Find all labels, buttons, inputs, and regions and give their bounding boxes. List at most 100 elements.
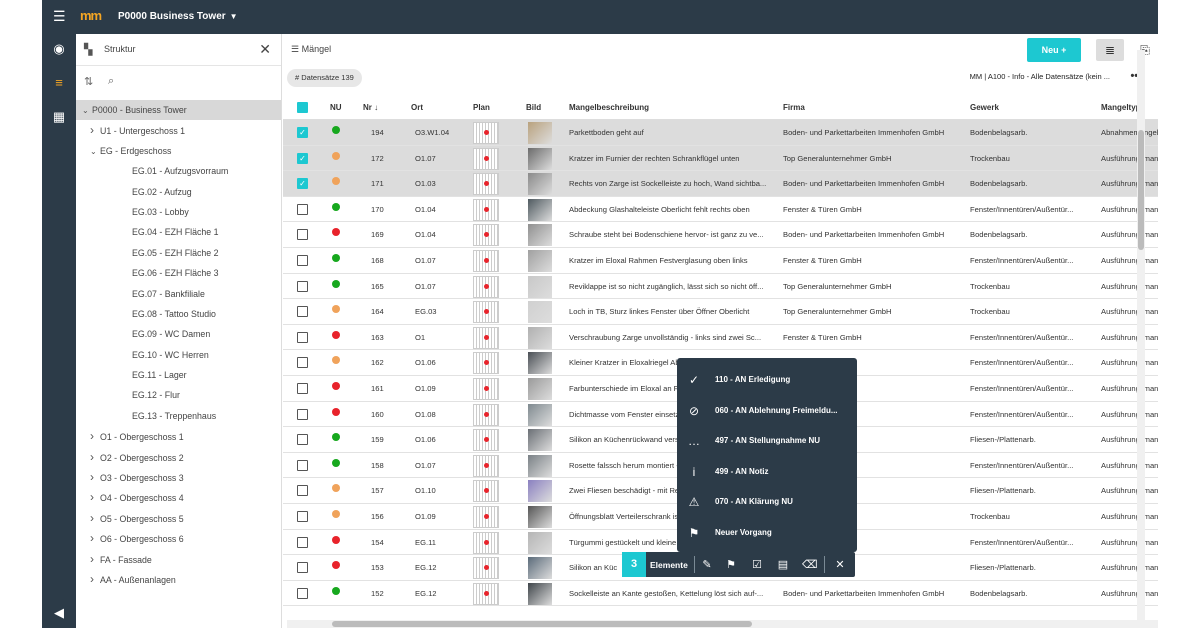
photo-thumbnail[interactable]	[528, 173, 552, 196]
chevron-down-icon[interactable]: ⌄	[90, 142, 100, 162]
plan-thumbnail[interactable]	[473, 454, 499, 477]
photo-thumbnail[interactable]	[528, 275, 552, 298]
row-checkbox[interactable]	[297, 485, 308, 497]
tree-item[interactable]: EG.05 - EZH Fläche 2	[76, 243, 281, 263]
row-checkbox[interactable]: ✓	[297, 127, 308, 138]
chevron-right-icon[interactable]: ›	[90, 549, 100, 569]
tree-item[interactable]: › O2 - Obergeschoss 2	[76, 447, 281, 467]
plan-thumbnail[interactable]	[473, 557, 499, 580]
photo-thumbnail[interactable]	[528, 531, 552, 554]
row-checkbox[interactable]	[297, 382, 308, 394]
photo-thumbnail[interactable]	[528, 454, 552, 477]
tree-item[interactable]: EG.06 - EZH Fläche 3	[76, 263, 281, 283]
photo-thumbnail[interactable]	[528, 557, 552, 580]
photo-thumbnail[interactable]	[528, 224, 552, 247]
column-header[interactable]: Bild	[526, 103, 541, 112]
vertical-scrollbar[interactable]	[1137, 50, 1145, 628]
photo-thumbnail[interactable]	[528, 198, 552, 221]
plan-thumbnail[interactable]	[473, 198, 499, 221]
chevron-right-icon[interactable]: ›	[90, 528, 100, 548]
project-selector[interactable]: P0000 Business Tower ▼	[118, 11, 238, 23]
menu-item[interactable]: ✓ 110 - AN Erledigung	[677, 365, 857, 395]
table-row[interactable]: 163 O1 Verschraubung Zarge unvollständig -…	[283, 324, 1158, 351]
tree-item[interactable]: › U1 - Untergeschoss 1	[76, 120, 281, 140]
column-header[interactable]: Plan	[473, 103, 490, 112]
photo-thumbnail[interactable]	[528, 147, 552, 170]
eye-icon[interactable]: ◉	[50, 40, 68, 58]
table-row[interactable]: ✓ 172 O1.07 Kratzer im Furnier der rechten …	[283, 145, 1158, 172]
column-header[interactable]: Gewerk	[970, 103, 999, 112]
plan-thumbnail[interactable]	[473, 403, 499, 426]
list-view-icon[interactable]: ≣	[1096, 39, 1124, 61]
menu-item[interactable]: ⚑ Neuer Vorgang	[677, 518, 857, 548]
edit-icon[interactable]: ✎	[700, 558, 714, 571]
photo-thumbnail[interactable]	[528, 301, 552, 324]
filter-selector[interactable]: MM | A100 - Info - Alle Datensätze (kein…	[970, 72, 1110, 81]
plan-thumbnail[interactable]	[473, 480, 499, 503]
row-checkbox[interactable]: ✓	[297, 178, 308, 190]
checklist-icon[interactable]: ☑	[750, 558, 764, 571]
photo-thumbnail[interactable]	[528, 122, 552, 144]
table-row[interactable]: 168 O1.07 Kratzer im Eloxal Rahmen Festver…	[283, 247, 1158, 274]
plan-thumbnail[interactable]	[473, 352, 499, 375]
photo-thumbnail[interactable]	[528, 249, 552, 272]
table-row[interactable]: 165 O1.07 Reviklappe ist so nicht zugängli…	[283, 273, 1158, 300]
tree-item[interactable]: ⌄ P0000 - Business Tower	[76, 100, 281, 121]
tree-item[interactable]: ⌄ EG - Erdgeschoss	[76, 141, 281, 161]
close-icon[interactable]: ✕	[833, 558, 847, 571]
plan-thumbnail[interactable]	[473, 582, 499, 605]
table-row[interactable]: 152 EG.12 Sockelleiste an Kante gestoßen, …	[283, 580, 1158, 607]
plan-thumbnail[interactable]	[473, 122, 499, 144]
row-checkbox[interactable]	[297, 510, 308, 522]
photo-thumbnail[interactable]	[528, 352, 552, 375]
table-row[interactable]: ✓ 194 O3.W1.04 Parkettboden geht auf Boden- …	[283, 120, 1158, 146]
new-button[interactable]: Neu +	[1027, 38, 1081, 62]
column-header[interactable]: Mangeltyp	[1101, 103, 1141, 112]
chevron-right-icon[interactable]: ›	[90, 120, 100, 140]
menu-item[interactable]: ⚠ 070 - AN Klärung NU	[677, 487, 857, 517]
tree-item[interactable]: › O4 - Obergeschoss 4	[76, 487, 281, 507]
photo-thumbnail[interactable]	[528, 429, 552, 452]
chevron-right-icon[interactable]: ›	[90, 569, 100, 589]
flag-icon[interactable]: ⚑	[724, 558, 738, 571]
tree-item[interactable]: EG.13 - Treppenhaus	[76, 406, 281, 426]
plan-thumbnail[interactable]	[473, 377, 499, 400]
table-row[interactable]: 164 EG.03 Loch in TB, Sturz linkes Fenster…	[283, 299, 1158, 325]
plan-thumbnail[interactable]	[473, 429, 499, 452]
tree-item[interactable]: EG.03 - Lobby	[76, 202, 281, 222]
row-checkbox[interactable]	[297, 254, 308, 266]
table-row[interactable]: 169 O1.04 Schraube steht bei Bodenschiene …	[283, 222, 1158, 248]
row-checkbox[interactable]	[297, 587, 308, 599]
row-checkbox[interactable]	[297, 562, 308, 574]
plan-thumbnail[interactable]	[473, 224, 499, 247]
tree-item[interactable]: EG.07 - Bankfiliale	[76, 284, 281, 304]
plan-thumbnail[interactable]	[473, 505, 499, 528]
scroll-thumb[interactable]	[332, 621, 752, 627]
tree-item[interactable]: › AA - Außenanlagen	[76, 569, 281, 589]
column-header[interactable]: Nr ↓	[363, 103, 378, 112]
chevron-right-icon[interactable]: ›	[90, 487, 100, 507]
plan-thumbnail[interactable]	[473, 147, 499, 170]
close-icon[interactable]: ✕	[259, 41, 271, 58]
search-icon[interactable]: ⌕	[108, 75, 114, 88]
menu-item[interactable]: i 499 - AN Notiz	[677, 457, 857, 487]
table-row[interactable]: 170 O1.04 Abdeckung Glashalteleiste Oberli…	[283, 196, 1158, 223]
photo-thumbnail[interactable]	[528, 377, 552, 400]
tree-item[interactable]: › O6 - Obergeschoss 6	[76, 528, 281, 548]
row-checkbox[interactable]	[297, 357, 308, 369]
tree-item[interactable]: › O1 - Obergeschoss 1	[76, 426, 281, 446]
row-checkbox[interactable]	[297, 280, 308, 292]
row-checkbox[interactable]	[297, 331, 308, 343]
scroll-thumb[interactable]	[1138, 130, 1144, 250]
tree-item[interactable]: EG.11 - Lager	[76, 365, 281, 385]
chevron-right-icon[interactable]: ›	[90, 426, 100, 446]
column-header[interactable]: Firma	[783, 103, 805, 112]
photo-thumbnail[interactable]	[528, 326, 552, 349]
megaphone-icon[interactable]: ◀	[50, 604, 68, 622]
plan-thumbnail[interactable]	[473, 173, 499, 196]
tree-item[interactable]: EG.04 - EZH Fläche 1	[76, 222, 281, 242]
photo-thumbnail[interactable]	[528, 403, 552, 426]
row-checkbox[interactable]	[297, 459, 308, 471]
menu-item[interactable]: … 497 - AN Stellungnahme NU	[677, 426, 857, 456]
column-header[interactable]: NU	[330, 103, 342, 112]
